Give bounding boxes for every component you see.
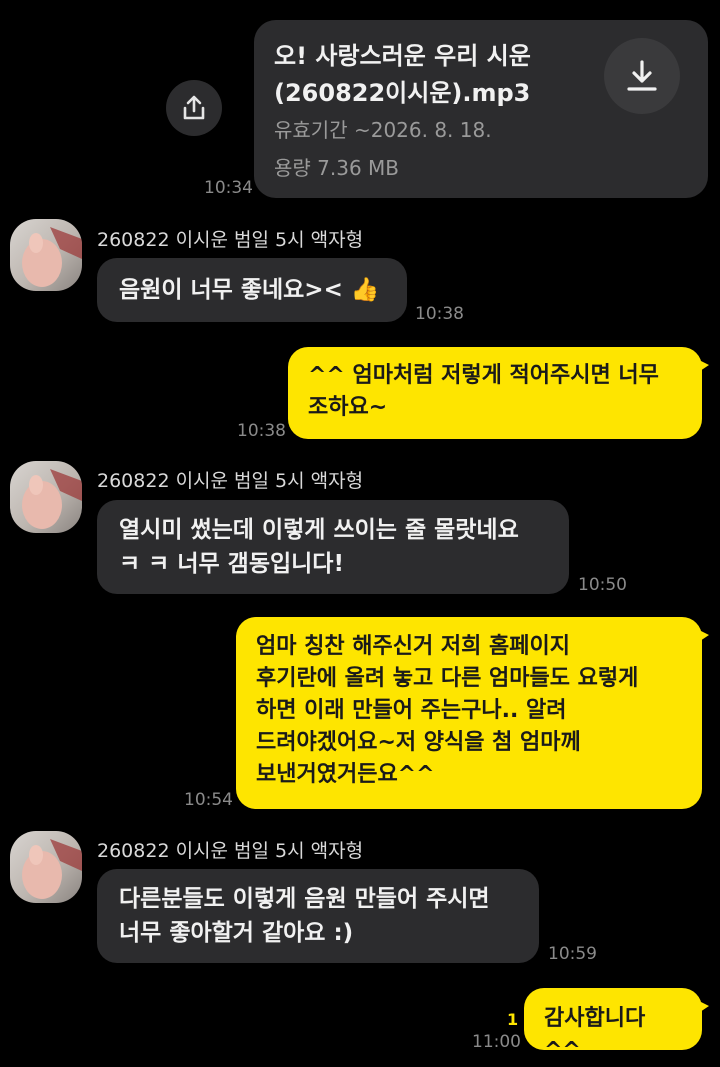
outgoing-message[interactable]: 감사합니다 ^^ <box>524 988 709 1063</box>
baby-hand-icon <box>22 469 82 529</box>
message-time: 10:38 <box>415 304 464 324</box>
download-button[interactable] <box>604 38 680 114</box>
incoming-message[interactable]: 음원이 너무 좋네요>< 👍 <box>97 258 407 322</box>
unread-count-badge: 1 <box>507 1010 519 1029</box>
share-button[interactable] <box>166 80 222 136</box>
file-size: 용량 7.36 MB <box>274 156 400 180</box>
file-expiry: 유효기간 ~2026. 8. 18. <box>274 118 492 142</box>
message-time: 10:54 <box>184 790 233 810</box>
outgoing-message[interactable]: 엄마 칭찬 해주신거 저희 홈페이지 후기란에 올려 놓고 다른 엄마들도 요렇… <box>236 617 709 809</box>
message-time: 10:34 <box>204 178 253 198</box>
file-name: 오! 사랑스러운 우리 시운 (260822이시운).mp3 <box>274 42 531 107</box>
sender-name: 260822 이시운 범일 5시 액자형 <box>97 229 364 251</box>
incoming-message[interactable]: 다른분들도 이렇게 음원 만들어 주시면 너무 좋아할거 같아요 :) <box>97 869 539 963</box>
outgoing-message[interactable]: ^^ 엄마처럼 저렇게 적어주시면 너무 조하요~ <box>288 347 709 439</box>
message-time: 10:50 <box>578 575 627 595</box>
baby-hand-icon <box>22 839 82 899</box>
message-time: 10:38 <box>237 421 286 441</box>
avatar[interactable] <box>10 461 82 533</box>
avatar[interactable] <box>10 219 82 291</box>
sender-name: 260822 이시운 범일 5시 액자형 <box>97 840 364 862</box>
incoming-message[interactable]: 열시미 썼는데 이렇게 쓰이는 줄 몰랏네요 ㅋ ㅋ 너무 갬동입니다! <box>97 500 569 594</box>
baby-hand-icon <box>22 227 82 287</box>
message-time: 10:59 <box>548 944 597 964</box>
avatar[interactable] <box>10 831 82 903</box>
file-message-card[interactable]: 오! 사랑스러운 우리 시운 (260822이시운).mp3 유효기간 ~202… <box>254 20 708 198</box>
share-icon <box>183 95 205 120</box>
sender-name: 260822 이시운 범일 5시 액자형 <box>97 470 364 492</box>
download-icon <box>627 60 657 91</box>
message-time: 11:00 <box>472 1032 521 1052</box>
